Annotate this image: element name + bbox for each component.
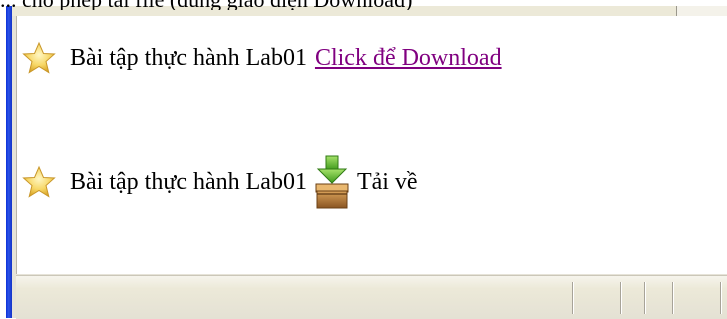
- download-box-icon[interactable]: [313, 154, 351, 210]
- download-link[interactable]: Click để Download: [315, 45, 502, 72]
- star-icon: [22, 41, 56, 74]
- list-item: Bài tập thực hành Lab01 Tải về: [22, 150, 418, 214]
- page-caption: ... cho phép tải file (dùng giao diện Do…: [0, 0, 727, 10]
- status-pane: [672, 282, 721, 314]
- download-label[interactable]: Tải về: [357, 169, 418, 196]
- status-pane: [572, 282, 621, 314]
- status-pane: [644, 282, 673, 314]
- item-label: Bài tập thực hành Lab01: [70, 168, 307, 195]
- item-label: Bài tập thực hành Lab01: [70, 44, 307, 71]
- window-left-border: [6, 6, 12, 318]
- status-pane: [720, 282, 727, 314]
- star-icon: [22, 165, 56, 198]
- list-item: Bài tập thực hành Lab01 Click để Downloa…: [22, 38, 502, 78]
- status-bar: [16, 275, 727, 319]
- status-pane: [620, 282, 645, 314]
- status-text: [16, 276, 572, 319]
